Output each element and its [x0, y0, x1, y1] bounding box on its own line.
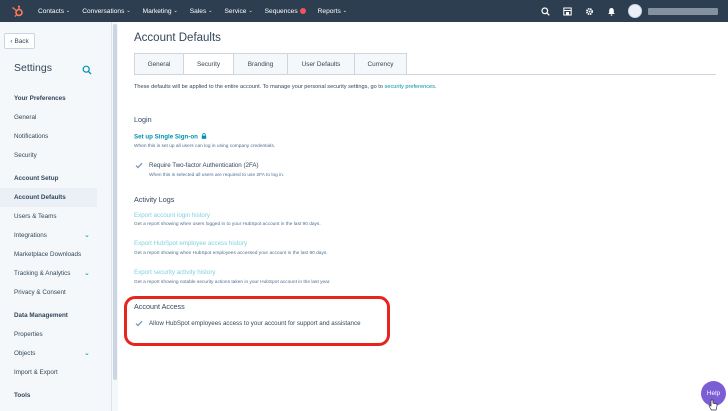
nav-label: Sales: [189, 7, 207, 15]
export-login-history-link[interactable]: Export account login history: [134, 212, 210, 219]
export-employee-access-link[interactable]: Export HubSpot employee access history: [134, 240, 247, 247]
nav-service[interactable]: Service ⌄: [224, 8, 252, 15]
tab-general[interactable]: General: [134, 53, 184, 75]
sidebar-section-data-management: Data Management: [14, 312, 68, 319]
sidebar-item-integrations[interactable]: Integrations ⌄: [0, 226, 112, 245]
sidebar-section-tools: Tools: [14, 392, 31, 399]
nav-conversations[interactable]: Conversations ⌄: [82, 8, 130, 15]
settings-tabs: General Security Branding User Defaults …: [134, 53, 407, 75]
sidebar-item-label: Objects: [14, 350, 36, 357]
nav-label: Conversations: [82, 7, 125, 15]
settings-sidebar: ‹ Back Settings Your Preferences General…: [0, 22, 112, 411]
chevron-left-icon: ‹: [10, 37, 13, 45]
nav-label: Sequences: [264, 7, 298, 15]
chevron-down-icon: ⌄: [66, 8, 71, 14]
sidebar-item-account-defaults[interactable]: Account Defaults: [0, 188, 97, 207]
annotation-highlight: [124, 296, 390, 346]
top-nav: Contacts ⌄ Conversations ⌄ Marketing ⌄ Sale…: [0, 0, 728, 22]
hand-cursor-icon: [708, 398, 718, 411]
tabs-divider: [134, 74, 716, 75]
sidebar-item-security[interactable]: Security: [0, 146, 112, 165]
sidebar-item-users-teams[interactable]: Users & Teams: [0, 207, 112, 226]
chevron-down-icon: ⌄: [342, 8, 347, 14]
chevron-down-icon: ⌄: [84, 350, 90, 357]
chevron-down-icon: ⌄: [84, 270, 90, 277]
settings-title: Settings: [14, 62, 52, 74]
nav-label: Marketing: [142, 7, 172, 15]
sidebar-item-import-export[interactable]: Import & Export: [0, 363, 112, 382]
nav-label: Reports: [317, 7, 341, 15]
sidebar-item-tracking-analytics[interactable]: Tracking & Analytics ⌄: [0, 264, 112, 283]
bell-icon[interactable]: [600, 0, 622, 22]
tab-user-defaults[interactable]: User Defaults: [288, 53, 355, 75]
nav-label: Service: [224, 7, 247, 15]
chevron-down-icon: ⌄: [84, 232, 90, 239]
back-label: Back: [14, 37, 29, 45]
export-security-activity-link[interactable]: Export security activity history: [134, 269, 216, 276]
sso-description: When this is set up all users can log in…: [134, 144, 276, 149]
sidebar-nav: Your Preferences General Notifications S…: [0, 89, 112, 405]
lock-icon: [201, 133, 206, 139]
activity-logs-heading: Activity Logs: [134, 195, 175, 204]
tab-currency[interactable]: Currency: [355, 53, 407, 75]
nav-sales[interactable]: Sales ⌄: [190, 8, 213, 15]
tab-branding[interactable]: Branding: [234, 53, 288, 75]
search-icon[interactable]: [534, 0, 556, 22]
sso-link-label: Set up Single Sign-on: [134, 133, 198, 141]
tab-security[interactable]: Security: [184, 53, 234, 75]
account-menu[interactable]: [648, 7, 718, 15]
check-icon: [135, 162, 142, 169]
twofa-checkbox[interactable]: [134, 161, 143, 170]
twofa-label: Require Two-factor Authentication (2FA): [149, 162, 259, 169]
hubspot-logo-icon[interactable]: [6, 0, 28, 22]
sidebar-item-general[interactable]: General: [0, 108, 112, 127]
sidebar-section-preferences: Your Preferences: [14, 95, 66, 102]
chevron-down-icon: ⌄: [248, 8, 253, 14]
sidebar-item-marketplace-downloads[interactable]: Marketplace Downloads: [0, 245, 112, 264]
gear-icon[interactable]: [578, 0, 600, 22]
nav-sequences[interactable]: Sequences: [265, 8, 306, 15]
nav-contacts[interactable]: Contacts ⌄: [38, 8, 70, 15]
notification-badge: [299, 8, 306, 14]
nav-label: Contacts: [38, 7, 65, 15]
sidebar-section-account-setup: Account Setup: [14, 175, 59, 182]
sidebar-item-notifications[interactable]: Notifications: [0, 127, 112, 146]
intro-text-end: .: [434, 84, 437, 90]
sidebar-scroll-thumb[interactable]: [113, 24, 117, 380]
page-title: Account Defaults: [134, 32, 221, 44]
chevron-down-icon: ⌄: [173, 8, 178, 14]
sidebar-item-objects[interactable]: Objects ⌄: [0, 344, 112, 363]
export-employee-access-description: Get a report showing when HubSpot employ…: [134, 251, 328, 256]
sidebar-item-privacy-consent[interactable]: Privacy & Consent: [0, 283, 112, 302]
export-security-activity-description: Get a report showing notable security ac…: [134, 280, 331, 285]
login-heading: Login: [134, 115, 152, 124]
security-preferences-link[interactable]: security preferences: [385, 84, 435, 90]
export-login-history-description: Get a report showing when users logged i…: [134, 222, 321, 227]
search-icon[interactable]: [82, 62, 92, 80]
intro-text-body: These defaults will be applied to the en…: [134, 84, 385, 90]
intro-text: These defaults will be applied to the en…: [134, 84, 436, 90]
sidebar-item-properties[interactable]: Properties: [0, 325, 112, 344]
twofa-row: Require Two-factor Authentication (2FA): [134, 161, 259, 170]
twofa-description: When this is selected all users are requ…: [149, 173, 285, 178]
sso-link[interactable]: Set up Single Sign-on: [134, 133, 207, 141]
avatar[interactable]: [628, 4, 642, 18]
nav-reports[interactable]: Reports ⌄: [318, 8, 347, 15]
chevron-down-icon: ⌄: [208, 8, 213, 14]
chevron-down-icon: ⌄: [126, 8, 131, 14]
marketplace-icon[interactable]: [556, 0, 578, 22]
sidebar-item-label: Tracking & Analytics: [14, 270, 71, 277]
nav-marketing[interactable]: Marketing ⌄: [143, 8, 178, 15]
back-button[interactable]: ‹ Back: [4, 33, 35, 49]
sidebar-item-label: Integrations: [14, 232, 47, 239]
